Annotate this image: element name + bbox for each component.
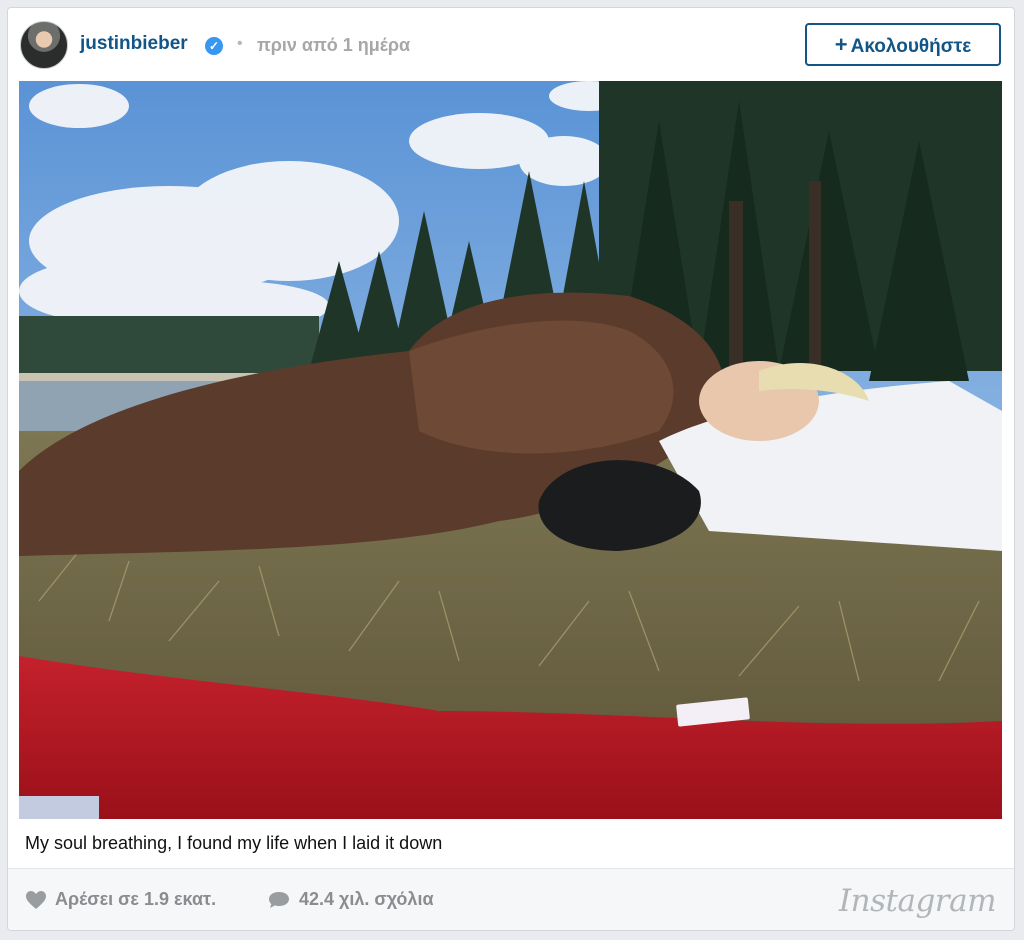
follow-button-label: Ακολουθήστε bbox=[850, 36, 972, 57]
comments-count[interactable]: 42.4 χιλ. σχόλια bbox=[267, 889, 434, 910]
post-card: justinbieber ✓ • πριν από 1 ημέρα + Ακολο… bbox=[7, 7, 1015, 931]
post-footer: Αρέσει σε 1.9 εκατ. 42.4 χιλ. σχόλια Ins… bbox=[8, 868, 1014, 930]
avatar[interactable] bbox=[20, 21, 68, 69]
photo-illustration bbox=[19, 81, 1002, 819]
plus-icon: + bbox=[834, 32, 848, 57]
username-link[interactable]: justinbieber bbox=[80, 33, 188, 55]
post-header: justinbieber ✓ • πριν από 1 ημέρα + Ακολο… bbox=[8, 8, 1014, 84]
verified-badge-icon: ✓ bbox=[205, 37, 223, 55]
likes-count[interactable]: Αρέσει σε 1.9 εκατ. bbox=[25, 889, 216, 910]
separator-dot: • bbox=[237, 35, 243, 52]
heart-icon bbox=[26, 891, 46, 910]
post-timestamp[interactable]: πριν από 1 ημέρα bbox=[257, 35, 410, 56]
post-caption: My soul breathing, I found my life when … bbox=[25, 833, 443, 853]
likes-label: Αρέσει σε 1.9 εκατ. bbox=[55, 889, 217, 909]
instagram-logo[interactable]: Instagram bbox=[839, 883, 997, 919]
follow-button[interactable]: + Ακολουθήστε bbox=[805, 23, 1001, 66]
comments-label: 42.4 χιλ. σχόλια bbox=[299, 889, 434, 909]
post-photo[interactable] bbox=[19, 81, 1002, 819]
comment-bubble-icon bbox=[269, 892, 289, 909]
